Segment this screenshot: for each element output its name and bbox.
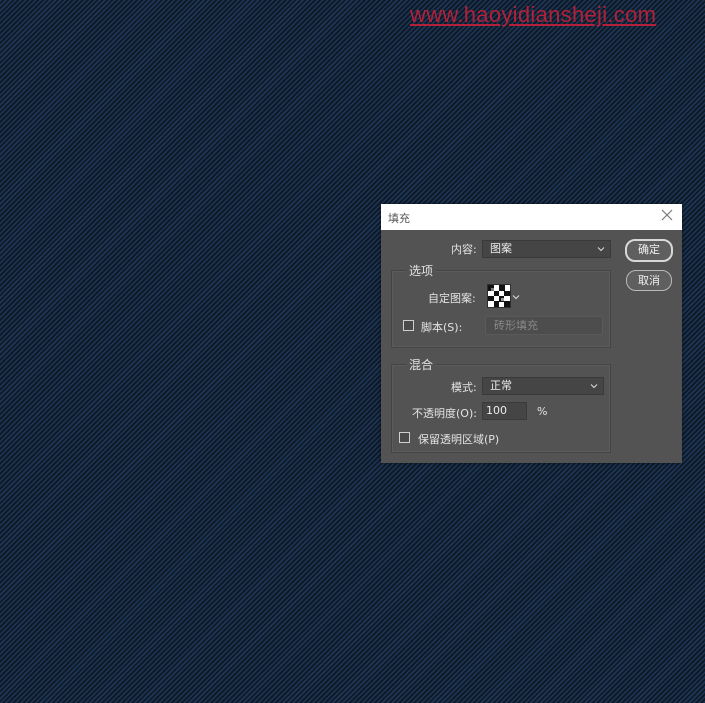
blend-group-title: 混合 (406, 356, 437, 373)
mode-select-value: 正常 (490, 379, 512, 392)
options-group-title: 选项 (406, 262, 437, 279)
script-select: 砖形填充 (485, 316, 603, 335)
cancel-button[interactable]: 取消 (626, 270, 672, 291)
opacity-input[interactable]: 100 (482, 402, 527, 420)
dialog-titlebar: 填充 (381, 204, 682, 230)
script-label: 脚本(S): (421, 321, 463, 334)
fill-dialog: 填充 内容: 图案 确定 取消 选项 自定图案: 脚本(S): 砖形填充 混合 … (381, 204, 682, 463)
ok-button[interactable]: 确定 (625, 239, 673, 262)
opacity-input-value: 100 (486, 404, 507, 417)
chevron-down-icon (590, 384, 598, 389)
opacity-label: 不透明度(O): (412, 407, 477, 420)
chevron-down-icon (597, 247, 605, 252)
custom-pattern-label: 自定图案: (428, 292, 476, 305)
pattern-preview-icon (488, 285, 510, 307)
content-select[interactable]: 图案 (482, 240, 611, 258)
content-label: 内容: (451, 243, 477, 256)
close-icon[interactable] (659, 207, 675, 223)
mode-select[interactable]: 正常 (482, 377, 604, 395)
preserve-transparency-label: 保留透明区域(P) (418, 433, 500, 446)
script-select-value: 砖形填充 (494, 319, 538, 332)
preserve-transparency-checkbox[interactable] (399, 432, 410, 443)
mode-label: 模式: (451, 381, 477, 394)
pattern-swatch[interactable] (487, 284, 511, 308)
opacity-unit: % (537, 405, 548, 418)
content-select-value: 图案 (490, 242, 512, 255)
options-group (391, 270, 611, 348)
dialog-title: 填充 (388, 212, 410, 225)
pattern-dropdown-icon[interactable] (512, 293, 520, 301)
script-checkbox[interactable] (403, 320, 414, 331)
watermark-text: www.haoyidiansheji.com (410, 2, 657, 27)
